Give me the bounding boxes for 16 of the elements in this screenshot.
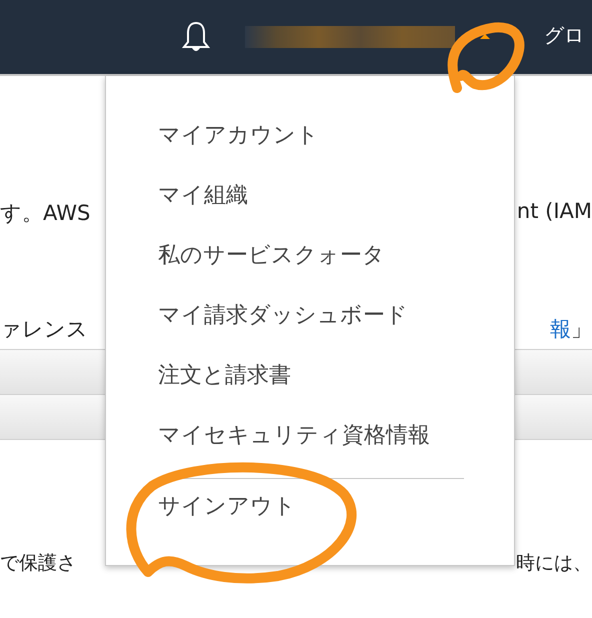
caret-icon[interactable]: [479, 32, 491, 40]
menu-item[interactable]: マイアカウント: [158, 116, 319, 176]
body-text: す。AWS: [0, 200, 90, 227]
body-text: で保護さ: [0, 551, 76, 576]
menu-item[interactable]: マイ組織: [158, 176, 248, 236]
menu-item[interactable]: マイセキュリティ資格情報: [158, 416, 430, 476]
body-text: nt (IAM: [516, 199, 592, 225]
region-menu[interactable]: グロ: [544, 22, 584, 49]
menu-item[interactable]: マイ請求ダッシュボード: [158, 296, 408, 356]
body-text: ァレンス: [0, 316, 88, 343]
menu-item[interactable]: 私のサービスクォータ: [158, 236, 385, 296]
menu-item[interactable]: 注文と請求書: [158, 356, 291, 416]
info-link[interactable]: 報: [550, 315, 571, 343]
body-text: 」: [571, 316, 592, 343]
bell-icon[interactable]: [181, 20, 211, 54]
body-text: 時には、: [516, 551, 592, 576]
